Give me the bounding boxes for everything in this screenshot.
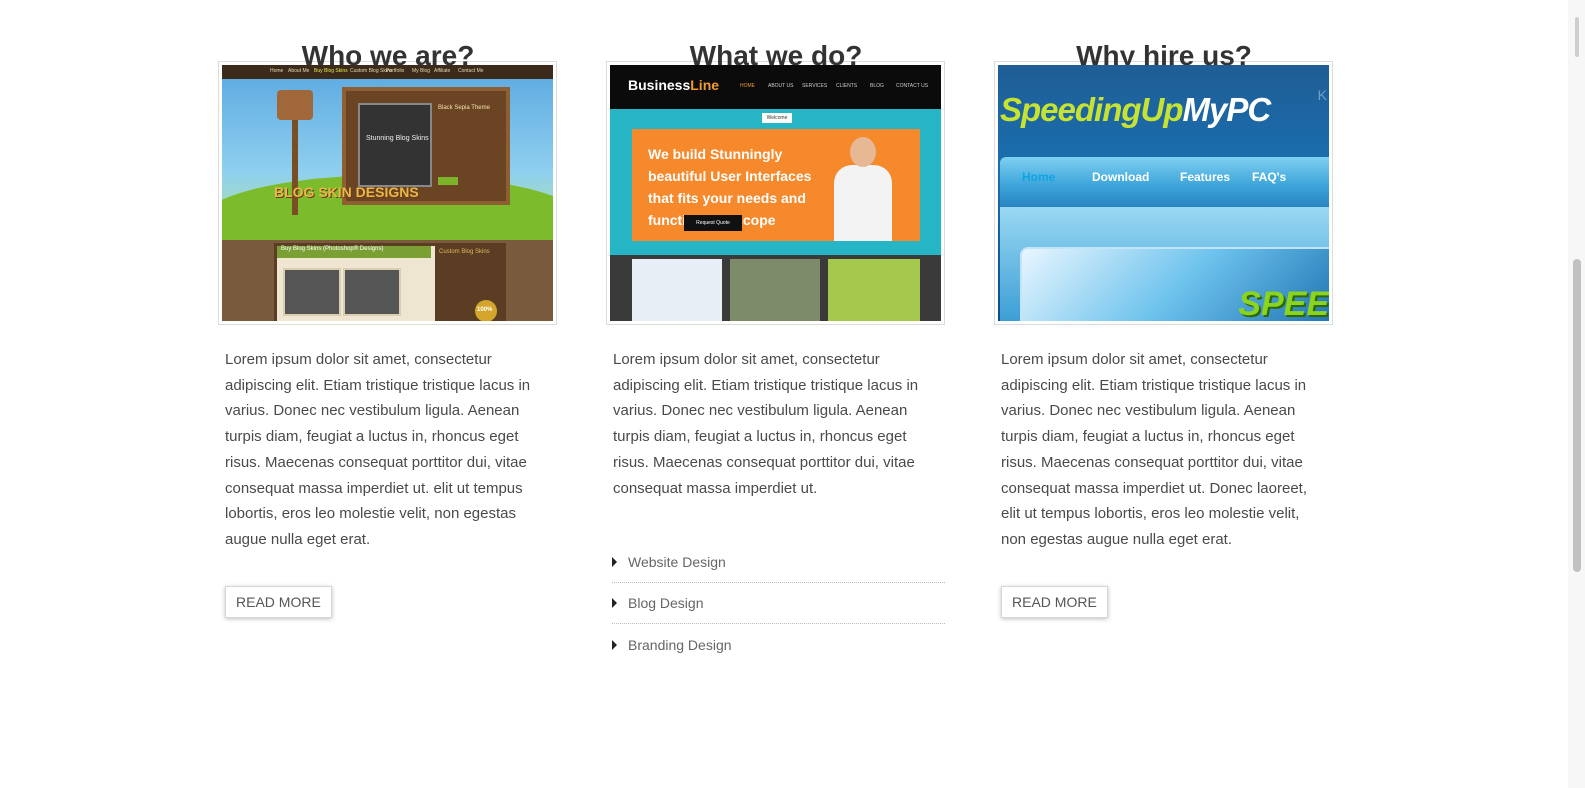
section-title: Who we are? — [301, 40, 475, 71]
screenshot-logo: BLOG SKIN DESIGNS — [274, 184, 419, 200]
read-more-button[interactable]: READ MORE — [1001, 585, 1108, 618]
portfolio-thumbnail[interactable]: Home About Me Buy Blog Skins Custom Blog… — [218, 61, 557, 325]
businessman-image — [828, 133, 898, 241]
section-paragraph: Lorem ipsum dolor sit amet, consectetur … — [1001, 351, 1307, 548]
scrollbar[interactable] — [1568, 0, 1585, 788]
scrollbar-top-segment[interactable] — [1575, 17, 1579, 57]
list-item[interactable]: Website Design — [612, 542, 945, 584]
list-item[interactable]: Blog Design — [612, 583, 945, 625]
portfolio-thumbnail[interactable]: BusinessLine HOME ABOUT US SERVICES CLIE… — [606, 61, 945, 325]
column-why-hire-us: Why hire us? SpeedingUpMyPC K Home Downl… — [994, 0, 1334, 618]
section-title: What we do? — [689, 40, 863, 71]
screenshot-nav: Home About Me Buy Blog Skins Custom Blog… — [222, 65, 553, 79]
caret-right-icon — [612, 557, 617, 568]
hero-banner: We build Stunningly beautiful User Inter… — [632, 129, 920, 241]
list-item[interactable]: Branding Design — [612, 624, 945, 665]
caret-right-icon — [612, 639, 617, 650]
read-more-button[interactable]: READ MORE — [225, 585, 332, 618]
blog-skin-screenshot: Home About Me Buy Blog Skins Custom Blog… — [222, 65, 553, 321]
section-paragraph: Lorem ipsum dolor sit amet, consectetur … — [225, 351, 531, 548]
scrollbar-thumb[interactable] — [1573, 259, 1581, 572]
screenshot-nav: Home Download Features FAQ's — [1000, 157, 1329, 207]
column-who-we-are: Who we are? Home About Me Buy Blog Skins… — [218, 0, 558, 618]
portfolio-thumbnail[interactable]: SpeedingUpMyPC K Home Download Features … — [994, 61, 1333, 325]
column-what-we-do: What we do? BusinessLine HOME ABOUT US S… — [606, 0, 946, 665]
businessline-screenshot: BusinessLine HOME ABOUT US SERVICES CLIE… — [610, 65, 941, 321]
services-list: Website Design Blog Design Branding Desi… — [612, 542, 945, 665]
section-title: Why hire us? — [1076, 40, 1252, 71]
birdhouse-image — [277, 90, 313, 120]
section-paragraph: Lorem ipsum dolor sit amet, consectetur … — [613, 351, 919, 497]
screenshot-logo: BusinessLine — [628, 77, 720, 93]
guarantee-badge-icon: 100% — [475, 300, 497, 321]
screenshot-logo: SpeedingUpMyPC — [1000, 91, 1271, 128]
speedingup-screenshot: SpeedingUpMyPC K Home Download Features … — [998, 65, 1329, 321]
caret-right-icon — [612, 598, 617, 609]
